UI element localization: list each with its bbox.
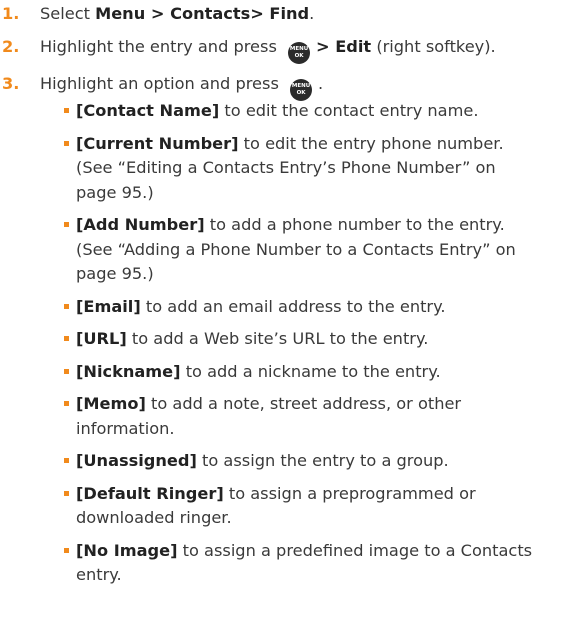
- bullet-icon: [64, 336, 69, 341]
- step-number: 2.: [2, 36, 20, 56]
- step-3: 3. Highlight an option and press MENU OK.: [0, 72, 584, 101]
- steps-list: 1. Select Menu > Contacts> Find. 2. High…: [0, 2, 584, 109]
- option-label: [Memo]: [76, 394, 146, 413]
- step-2: 2. Highlight the entry and press MENU OK >…: [0, 35, 584, 64]
- option-label: [Unassigned]: [76, 451, 197, 470]
- step-text: Select: [40, 4, 96, 23]
- bullet-icon: [64, 222, 69, 227]
- options-list: [Contact Name] to edit the contact entry…: [0, 99, 584, 596]
- option-url: [URL] to add a Web site’s URL to the ent…: [0, 327, 536, 352]
- step-text-end: .: [318, 73, 324, 93]
- option-label: [Add Number]: [76, 215, 205, 234]
- option-description: to add an email address to the entry.: [140, 296, 446, 316]
- menu-ok-key-icon: MENU OK: [290, 78, 313, 101]
- step-text-end: .: [309, 4, 315, 23]
- step-text-end: (right softkey).: [371, 36, 496, 56]
- bullet-icon: [64, 368, 69, 374]
- option-description: to edit the contact entry name.: [219, 101, 479, 120]
- bullet-icon: [64, 108, 69, 113]
- option-description: to add a Web site’s URL to the entry.: [126, 329, 429, 348]
- bullet-icon: [64, 490, 69, 496]
- option-label: [Current Number]: [76, 133, 239, 153]
- menu-ok-key-icon: MENU OK: [288, 41, 311, 64]
- option-email: [Email] to add an email address to the e…: [0, 295, 536, 320]
- bullet-icon: [64, 303, 69, 309]
- bullet-icon: [64, 140, 69, 146]
- bullet-icon: [64, 401, 69, 406]
- option-label: [URL]: [76, 329, 127, 348]
- step-bold-text: Menu > Contacts> Find: [95, 4, 310, 23]
- step-number: 3.: [2, 73, 20, 93]
- step-number: 1.: [2, 4, 20, 23]
- option-current-number: [Current Number] to edit the entry phone…: [0, 132, 536, 206]
- option-description: to assign the entry to a group.: [196, 451, 449, 470]
- option-description: to add a nickname to the entry.: [180, 361, 441, 381]
- option-unassigned: [Unassigned] to assign the entry to a gr…: [0, 449, 536, 474]
- step-text: Highlight an option and press: [40, 73, 285, 93]
- bullet-icon: [64, 458, 69, 463]
- option-memo: [Memo] to add a note, street address, or…: [0, 392, 536, 441]
- option-no-image: [No Image] to assign a predefined image …: [0, 539, 536, 588]
- option-label: [Nickname]: [76, 361, 181, 381]
- option-nickname: [Nickname] to add a nickname to the entr…: [0, 360, 536, 385]
- manual-page: 1. Select Menu > Contacts> Find. 2. High…: [0, 0, 584, 629]
- option-contact-name: [Contact Name] to edit the contact entry…: [0, 99, 536, 124]
- option-default-ringer: [Default Ringer] to assign a preprogramm…: [0, 482, 536, 531]
- option-label: [Contact Name]: [76, 101, 220, 120]
- step-1: 1. Select Menu > Contacts> Find.: [0, 2, 584, 27]
- option-add-number: [Add Number] to add a phone number to th…: [0, 213, 536, 287]
- step-text: Highlight the entry and press: [40, 36, 283, 56]
- option-label: [Email]: [76, 296, 141, 316]
- option-label: [No Image]: [76, 540, 178, 560]
- step-bold-text: > Edit: [316, 36, 372, 56]
- option-label: [Default Ringer]: [76, 483, 224, 503]
- bullet-icon: [64, 547, 69, 553]
